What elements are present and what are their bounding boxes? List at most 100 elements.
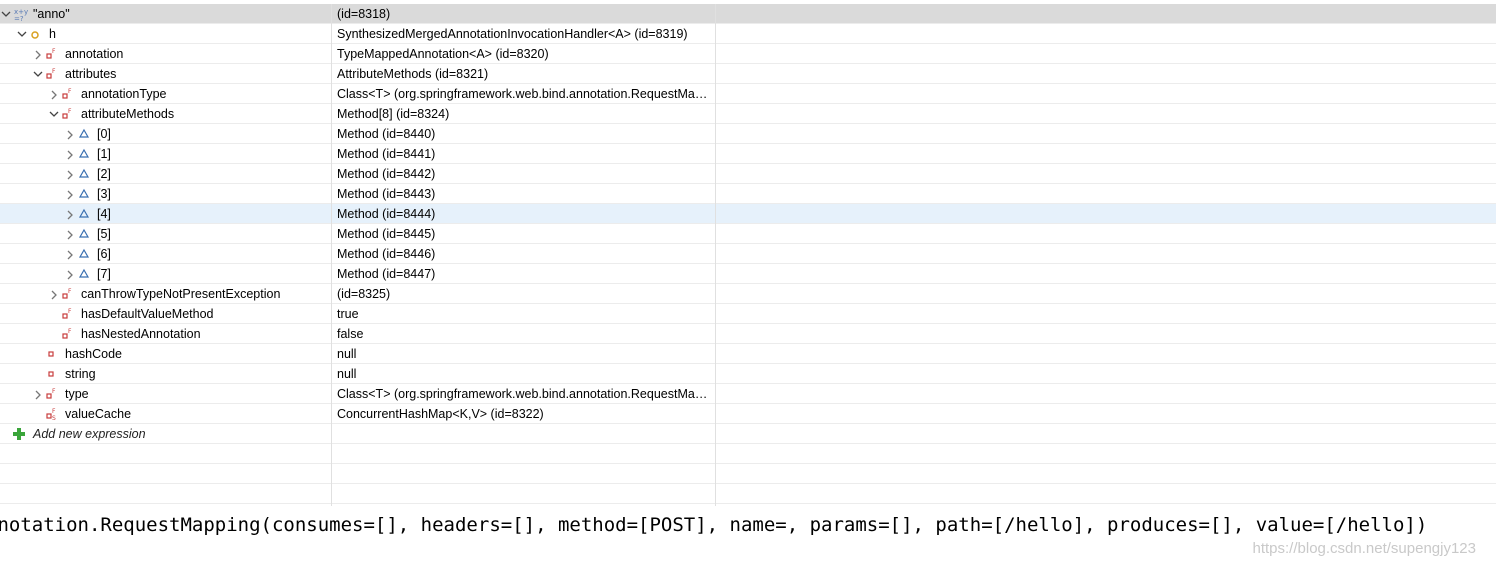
variable-value[interactable]: Method (id=8440) [337,124,709,144]
variable-value[interactable]: Method (id=8445) [337,224,709,244]
variable-name: string [65,367,96,381]
chevron-right-icon[interactable] [64,124,76,144]
variable-name-cell[interactable]: [2] [0,164,331,184]
tree-row[interactable]: FhasNestedAnnotation false [0,324,1496,344]
variable-name-cell[interactable]: F SvalueCache [0,404,331,424]
chevron-right-icon[interactable] [64,244,76,264]
variable-name-cell[interactable]: [0] [0,124,331,144]
variable-value[interactable]: null [337,344,709,364]
tree-row[interactable]: x+y =? "anno" (id=8318) [0,4,1496,24]
variable-name-cell[interactable]: [6] [0,244,331,264]
chevron-down-icon[interactable] [32,64,44,84]
chevron-right-icon[interactable] [64,204,76,224]
variable-name: [0] [97,127,111,141]
tree-row[interactable]: [0] Method (id=8440) [0,124,1496,144]
variable-name-cell[interactable]: FhasDefaultValueMethod [0,304,331,324]
variable-name-cell[interactable]: FattributeMethods [0,104,331,124]
variable-name-cell[interactable]: hashCode [0,344,331,364]
tree-row[interactable]: [3] Method (id=8443) [0,184,1496,204]
tree-row[interactable]: FattributeMethods Method[8] (id=8324) [0,104,1496,124]
local-variable-icon [29,24,43,44]
variable-value[interactable]: false [337,324,709,344]
variable-name-cell[interactable]: Fannotation [0,44,331,64]
chevron-right-icon[interactable] [64,184,76,204]
variable-name-cell[interactable]: FannotationType [0,84,331,104]
variable-value[interactable]: Method (id=8444) [337,204,709,224]
variable-name-cell[interactable]: [4] [0,204,331,224]
expressions-tree[interactable]: x+y =? "anno" (id=8318) h SynthesizedMergedAn… [0,4,1496,504]
variable-name: hashCode [65,347,122,361]
chevron-right-icon[interactable] [64,144,76,164]
add-expression-label[interactable]: Add new expression [33,424,146,444]
variable-name-cell[interactable]: Fattributes [0,64,331,84]
svg-text:=?: =? [14,15,24,23]
variable-value[interactable]: Class<T> (org.springframework.web.bind.a… [337,84,709,104]
private-field-icon [45,364,59,384]
svg-text:F: F [68,328,72,335]
variable-value[interactable]: Method (id=8441) [337,144,709,164]
array-element-icon [77,144,91,164]
svg-text:F: F [68,288,72,295]
svg-text:F: F [52,388,56,395]
private-final-field-icon: F [61,84,75,104]
tree-row[interactable]: string null [0,364,1496,384]
variable-value[interactable]: (id=8325) [337,284,709,304]
tree-row[interactable]: [5] Method (id=8445) [0,224,1496,244]
chevron-right-icon[interactable] [48,284,60,304]
variable-value[interactable]: Class<T> (org.springframework.web.bind.a… [337,384,709,404]
variable-name: [4] [97,207,111,221]
tree-row[interactable]: [2] Method (id=8442) [0,164,1496,184]
chevron-right-icon[interactable] [48,84,60,104]
variable-value[interactable]: true [337,304,709,324]
variable-name-cell[interactable]: [5] [0,224,331,244]
variable-name-cell[interactable]: FcanThrowTypeNotPresentException [0,284,331,304]
variable-value[interactable]: AttributeMethods (id=8321) [337,64,709,84]
chevron-right-icon[interactable] [64,224,76,244]
variable-value[interactable]: Method (id=8443) [337,184,709,204]
chevron-down-icon[interactable] [16,24,28,44]
variable-value[interactable]: TypeMappedAnnotation<A> (id=8320) [337,44,709,64]
tree-row[interactable]: FcanThrowTypeNotPresentException (id=8325… [0,284,1496,304]
variable-name-cell[interactable]: Ftype [0,384,331,404]
column-divider-name-value[interactable] [331,4,332,506]
tree-row[interactable]: [7] Method (id=8447) [0,264,1496,284]
chevron-right-icon[interactable] [64,164,76,184]
tree-row[interactable]: [4] Method (id=8444) [0,204,1496,224]
variable-value[interactable]: ConcurrentHashMap<K,V> (id=8322) [337,404,709,424]
column-divider-value-details[interactable] [715,4,716,506]
add-expression-row[interactable]: Add new expression [0,424,1496,444]
private-final-field-icon: F [61,304,75,324]
tree-row[interactable]: Fannotation TypeMappedAnnotation<A> (id=8… [0,44,1496,64]
chevron-down-icon[interactable] [0,4,12,24]
variable-value[interactable]: null [337,364,709,384]
variable-name-cell[interactable]: FhasNestedAnnotation [0,324,331,344]
tree-row[interactable]: FhasDefaultValueMethod true [0,304,1496,324]
tree-row[interactable]: F SvalueCache ConcurrentHashMap<K,V> (id=8… [0,404,1496,424]
variable-name: hasNestedAnnotation [81,327,201,341]
tree-row[interactable]: [6] Method (id=8446) [0,244,1496,264]
chevron-right-icon[interactable] [64,264,76,284]
variable-name-cell[interactable]: string [0,364,331,384]
variable-name-cell[interactable]: [3] [0,184,331,204]
tree-row[interactable]: h SynthesizedMergedAnnotationInvocationHa… [0,24,1496,44]
tree-row[interactable]: Fattributes AttributeMethods (id=8321) [0,64,1496,84]
variable-name-cell[interactable]: h [0,24,331,44]
variable-name: attributeMethods [81,107,175,121]
variable-value[interactable]: SynthesizedMergedAnnotationInvocationHan… [337,24,709,44]
tree-row[interactable]: hashCode null [0,344,1496,364]
variable-value[interactable]: Method (id=8442) [337,164,709,184]
variable-name: [2] [97,167,111,181]
variable-value[interactable]: (id=8318) [337,4,709,24]
tree-row[interactable]: [1] Method (id=8441) [0,144,1496,164]
chevron-right-icon[interactable] [32,384,44,404]
variable-value[interactable]: Method (id=8446) [337,244,709,264]
variable-name-cell[interactable]: x+y =? "anno" [0,4,331,24]
tree-row[interactable]: Ftype Class<T> (org.springframework.web.b… [0,384,1496,404]
chevron-right-icon[interactable] [32,44,44,64]
tree-row[interactable]: FannotationType Class<T> (org.springframe… [0,84,1496,104]
variable-name-cell[interactable]: [7] [0,264,331,284]
variable-value[interactable]: Method (id=8447) [337,264,709,284]
chevron-down-icon[interactable] [48,104,60,124]
variable-name-cell[interactable]: [1] [0,144,331,164]
variable-value[interactable]: Method[8] (id=8324) [337,104,709,124]
